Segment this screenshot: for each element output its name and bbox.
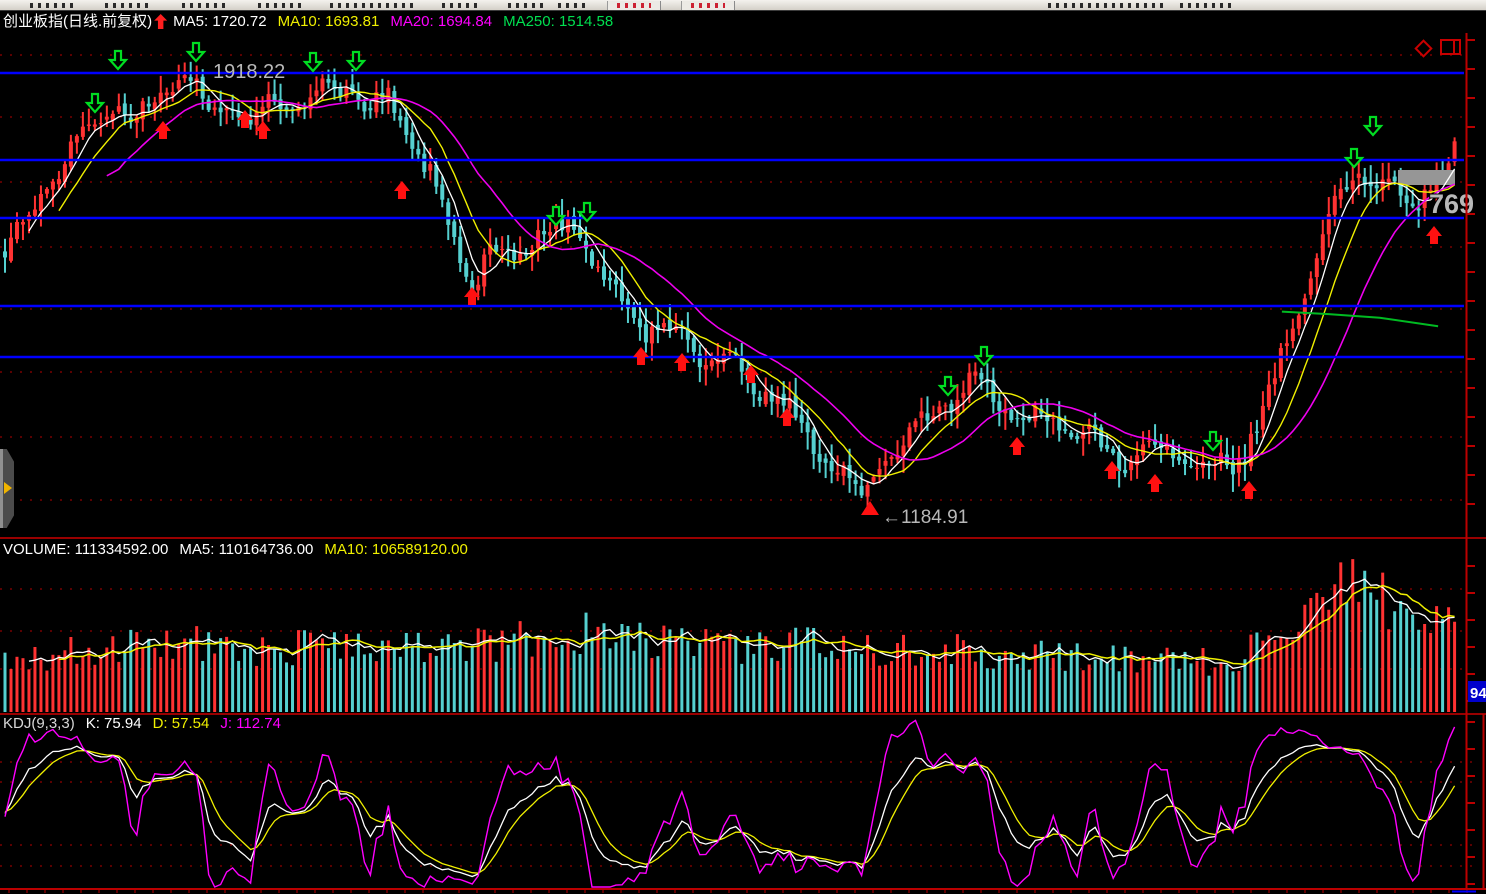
sell-arrow-icon (302, 51, 324, 73)
sell-arrow-icon (185, 41, 207, 63)
buy-arrow-icon (1147, 474, 1163, 492)
trough-marker-icon (861, 501, 879, 515)
ma250-value: MA250: 1514.58 (503, 13, 614, 30)
kdj-k-line (4, 744, 1456, 878)
volume-ma10-value: MA10: 106589120.00 (324, 541, 468, 558)
sell-arrow-icon (1362, 115, 1384, 137)
ma5-value: MA5: 1720.72 (173, 13, 267, 30)
expand-arrow-icon (4, 482, 12, 494)
signal-arrows (84, 41, 1442, 499)
buy-arrow-icon (1241, 481, 1257, 499)
kdj-k-value: K: 75.94 (85, 715, 142, 732)
instrument-title: 创业板指(日线.前复权) (3, 13, 153, 30)
buy-arrow-icon (779, 408, 795, 426)
buy-arrow-icon (674, 353, 690, 371)
split-window-icon[interactable] (1440, 39, 1461, 55)
price-gridlines (0, 54, 1480, 867)
kdj-j-line (4, 719, 1456, 888)
ma10-line (58, 89, 1455, 477)
kdj-name: KDJ(9,3,3) (3, 715, 75, 732)
kdj-lines (4, 719, 1456, 888)
trough-annotation: ←1184.91 (882, 507, 968, 528)
up-arrow-icon (154, 14, 168, 29)
sell-arrow-icon (973, 345, 995, 367)
volume-ma-lines (28, 578, 1455, 669)
blue-level-lines (0, 71, 1464, 359)
volume-axis-badge: 94 (1468, 681, 1486, 702)
ma5-line (28, 80, 1456, 485)
kdj-d-line (4, 747, 1456, 874)
ma20-value: MA20: 1694.84 (390, 13, 493, 30)
kdj-panel-header: KDJ(9,3,3) K: 75.94 D: 57.54 J: 112.74 (3, 715, 292, 732)
axes (0, 33, 1486, 893)
buy-arrow-icon (394, 181, 410, 199)
volume-panel-header: VOLUME: 111334592.00 MA5: 110164736.00 M… (3, 541, 479, 558)
trading-app-window: 1918.22 ←1184.91 769 94 创业板指(日线.前复权) MA5: 1… (0, 0, 1486, 894)
sell-arrow-icon (1202, 430, 1224, 452)
split-window-divider (1452, 41, 1455, 53)
volume-value: VOLUME: 111334592.00 (3, 541, 169, 558)
ma10-value: MA10: 1693.81 (277, 13, 380, 30)
ma20-line (106, 97, 1455, 461)
buy-arrow-icon (1426, 226, 1442, 244)
peak-annotation: 1918.22 (213, 61, 285, 83)
chart-canvas[interactable]: 1918.22←1184.9176994 (0, 0, 1486, 894)
price-ma-lines (28, 80, 1456, 485)
buy-arrow-icon (1009, 437, 1025, 455)
price-annotations: 1918.22←1184.91769 (213, 61, 1475, 528)
volume-ma5-value: MA5: 110164736.00 (179, 541, 314, 558)
sell-arrow-icon (937, 375, 959, 397)
volume-badge-text: 94 (1470, 685, 1486, 702)
sidebar-expand-handle[interactable] (0, 449, 14, 528)
volume-ma5-line (28, 578, 1455, 669)
price-panel-header: 创业板指(日线.前复权) MA5: 1720.72 MA10: 1693.81 … (3, 13, 624, 30)
kdj-j-value: J: 112.74 (220, 715, 281, 732)
kdj-d-value: D: 57.54 (152, 715, 210, 732)
sell-arrow-icon (107, 49, 129, 71)
candles-layer (3, 61, 1457, 509)
volume-bars (3, 559, 1457, 712)
